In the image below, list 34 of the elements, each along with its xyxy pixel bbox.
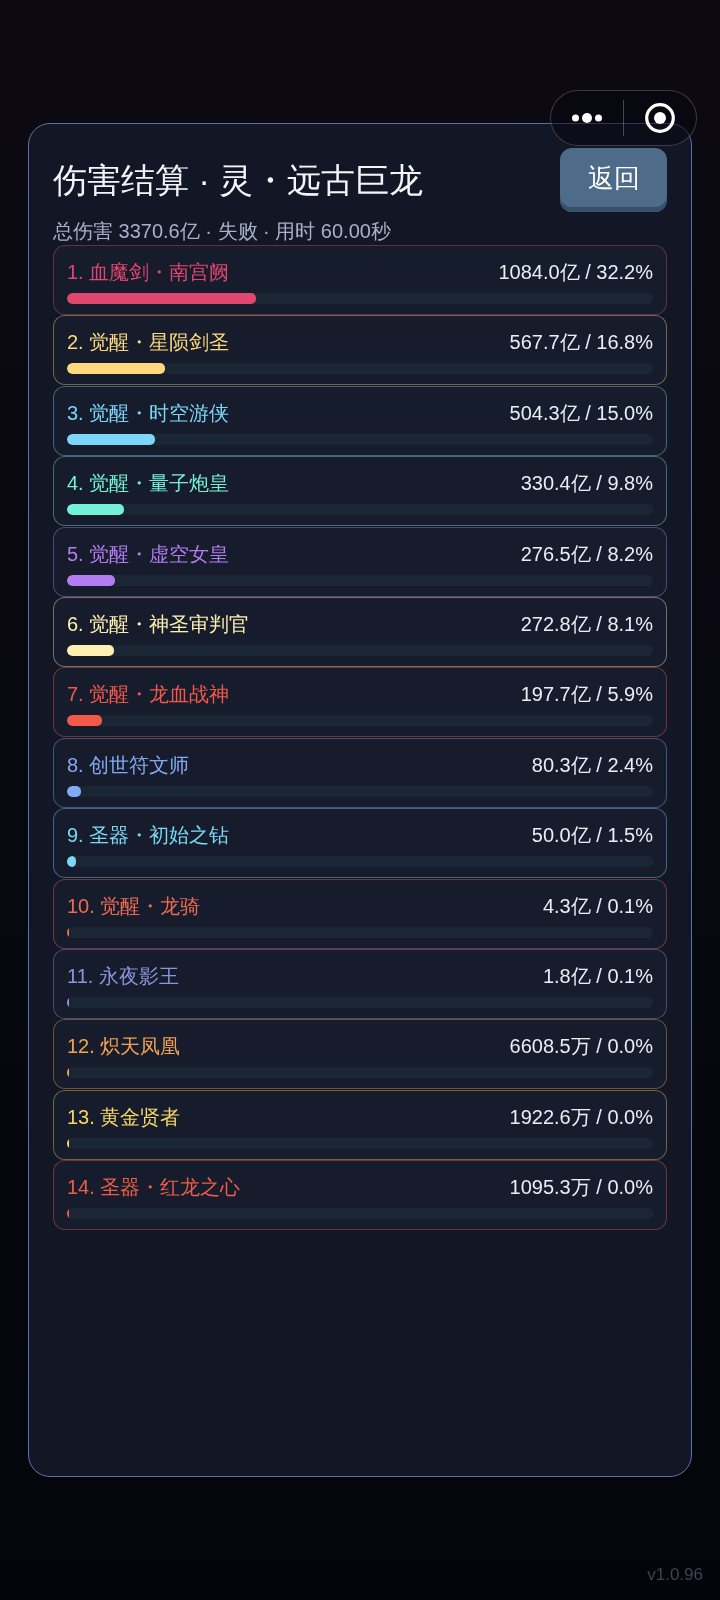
more-icon <box>571 113 602 123</box>
damage-value: 504.3亿 / 15.0% <box>509 400 653 426</box>
damage-value: 272.8亿 / 8.1% <box>520 611 653 637</box>
damage-value: 80.3亿 / 2.4% <box>531 752 653 778</box>
damage-value: 1095.3万 / 0.0% <box>509 1175 653 1201</box>
damage-value: 50.0亿 / 1.5% <box>531 823 653 849</box>
damage-value: 1922.6万 / 0.0% <box>509 1104 653 1130</box>
hero-name: 3. 觉醒・时空游侠 <box>67 400 230 426</box>
hero-name: 8. 创世符文师 <box>67 752 190 778</box>
hero-name: 9. 圣器・初始之钻 <box>67 823 230 849</box>
hero-name: 6. 觉醒・神圣审判官 <box>67 611 250 637</box>
damage-value: 197.7亿 / 5.9% <box>520 682 653 708</box>
hero-name: 10. 觉醒・龙骑 <box>67 893 201 919</box>
damage-value: 567.7亿 / 16.8% <box>509 330 653 356</box>
damage-value: 6608.5万 / 0.0% <box>509 1034 653 1060</box>
back-button[interactable]: 返回 <box>560 148 667 212</box>
hero-name: 14. 圣器・红龙之心 <box>67 1175 241 1201</box>
damage-value: 1084.0亿 / 32.2% <box>498 260 653 285</box>
hero-name: 5. 觉醒・虚空女皇 <box>67 541 230 567</box>
dialog-title: 伤害结算 · 灵・远古巨龙 <box>53 160 424 201</box>
hero-name: 12. 炽天凤凰 <box>67 1034 181 1060</box>
version-label: v1.0.96 <box>647 1565 703 1585</box>
damage-value: 330.4亿 / 9.8% <box>520 471 653 497</box>
hero-name: 11. 永夜影王 <box>67 963 179 989</box>
hero-name: 4. 觉醒・量子炮皇 <box>67 471 230 497</box>
hero-name: 2. 觉醒・星陨剑圣 <box>67 330 230 356</box>
damage-value: 276.5亿 / 8.2% <box>520 541 653 567</box>
ring-dot-icon <box>645 103 676 133</box>
summary-text: 总伤害 3370.6亿 · 失败 · 用时 60.00秒 <box>53 219 392 244</box>
hero-name: 7. 觉醒・龙血战神 <box>67 682 230 708</box>
damage-value: 1.8亿 / 0.1% <box>542 963 653 989</box>
hero-name: 13. 黄金贤者 <box>67 1104 181 1130</box>
damage-value: 4.3亿 / 0.1% <box>542 893 653 919</box>
hero-name: 1. 血魔剑・南宫阙 <box>67 260 230 285</box>
